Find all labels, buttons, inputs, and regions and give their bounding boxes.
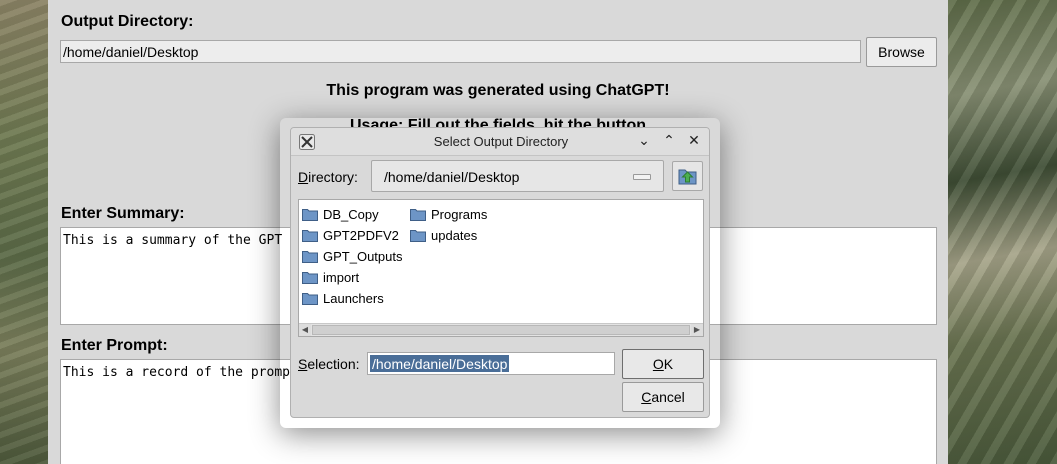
directory-combobox[interactable]: /home/daniel/Desktop (371, 160, 664, 192)
selection-input-value: /home/daniel/Desktop (370, 355, 510, 372)
folder-icon (302, 251, 318, 263)
select-directory-dialog: Select Output Directory ⌄ ⌃ ✕ Directory:… (290, 127, 710, 418)
selection-input[interactable]: /home/daniel/Desktop (367, 352, 615, 375)
folder-icon (302, 230, 318, 242)
folder-icon (410, 209, 426, 221)
desktop-wallpaper-right (948, 0, 1057, 464)
folder-up-icon (678, 169, 697, 185)
close-icon[interactable]: ✕ (685, 132, 703, 150)
maximize-icon[interactable]: ⌃ (660, 132, 678, 150)
summary-label: Enter Summary: (61, 205, 185, 222)
prompt-label: Enter Prompt: (61, 337, 168, 354)
folder-icon (302, 209, 318, 221)
dialog-titlebar[interactable]: Select Output Directory ⌄ ⌃ ✕ (291, 128, 709, 156)
scroll-left-icon[interactable]: ◀ (299, 324, 311, 336)
ok-button[interactable]: OK (622, 349, 704, 379)
folder-listbox[interactable]: DB_Copy GPT2PDFV2 GPT_Outputs import Lau… (298, 199, 704, 337)
directory-combobox-value: /home/daniel/Desktop (384, 169, 520, 185)
browse-button[interactable]: Browse (866, 37, 937, 67)
directory-label: Directory: (298, 169, 358, 185)
parent-directory-button[interactable] (672, 161, 703, 191)
horizontal-scrollbar[interactable]: ◀ ▶ (299, 323, 703, 336)
folder-icon (302, 293, 318, 305)
output-directory-field[interactable]: /home/daniel/Desktop (60, 40, 861, 63)
info-text: This program was generated using ChatGPT… (326, 82, 670, 99)
combobox-indicator-icon (633, 174, 651, 180)
selection-label: Selection: (298, 356, 360, 372)
scroll-right-icon[interactable]: ▶ (691, 324, 703, 336)
minimize-icon[interactable]: ⌄ (635, 132, 653, 150)
output-directory-label: Output Directory: (61, 13, 194, 30)
folder-icon (410, 230, 426, 242)
folder-icon (302, 272, 318, 284)
scrollbar-thumb[interactable] (312, 325, 690, 335)
cancel-button[interactable]: Cancel (622, 382, 704, 412)
desktop-wallpaper-left (0, 0, 48, 464)
